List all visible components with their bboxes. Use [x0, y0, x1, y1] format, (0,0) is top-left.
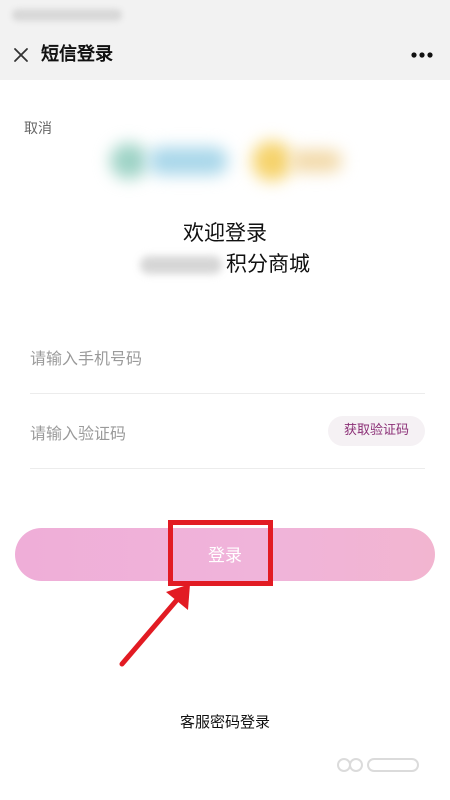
get-code-button[interactable]: 获取验证码	[328, 416, 425, 446]
annotation-arrow-icon	[119, 584, 190, 667]
brand-logo	[100, 133, 360, 188]
page-title: 短信登录	[41, 44, 113, 65]
nav-bar: 短信登录	[0, 30, 450, 80]
watermark-logo	[337, 758, 419, 772]
cancel-link[interactable]: 取消	[24, 119, 52, 139]
service-password-login-link[interactable]: 客服密码登录	[0, 711, 450, 733]
phone-input[interactable]	[30, 342, 310, 374]
phone-field-row	[30, 320, 425, 394]
annotation-highlight-box	[168, 520, 273, 586]
more-dots-icon[interactable]	[408, 45, 436, 65]
status-bar-blurred-info	[12, 9, 122, 21]
close-icon[interactable]	[10, 44, 32, 66]
welcome-heading: 欢迎登录	[183, 221, 267, 245]
shop-name-line: 积分商城	[0, 250, 450, 278]
blurred-shop-name	[140, 256, 222, 274]
code-field-row: 获取验证码	[30, 395, 425, 469]
verification-code-input[interactable]	[30, 417, 310, 449]
status-bar	[0, 0, 450, 30]
shop-name-suffix: 积分商城	[226, 252, 310, 276]
